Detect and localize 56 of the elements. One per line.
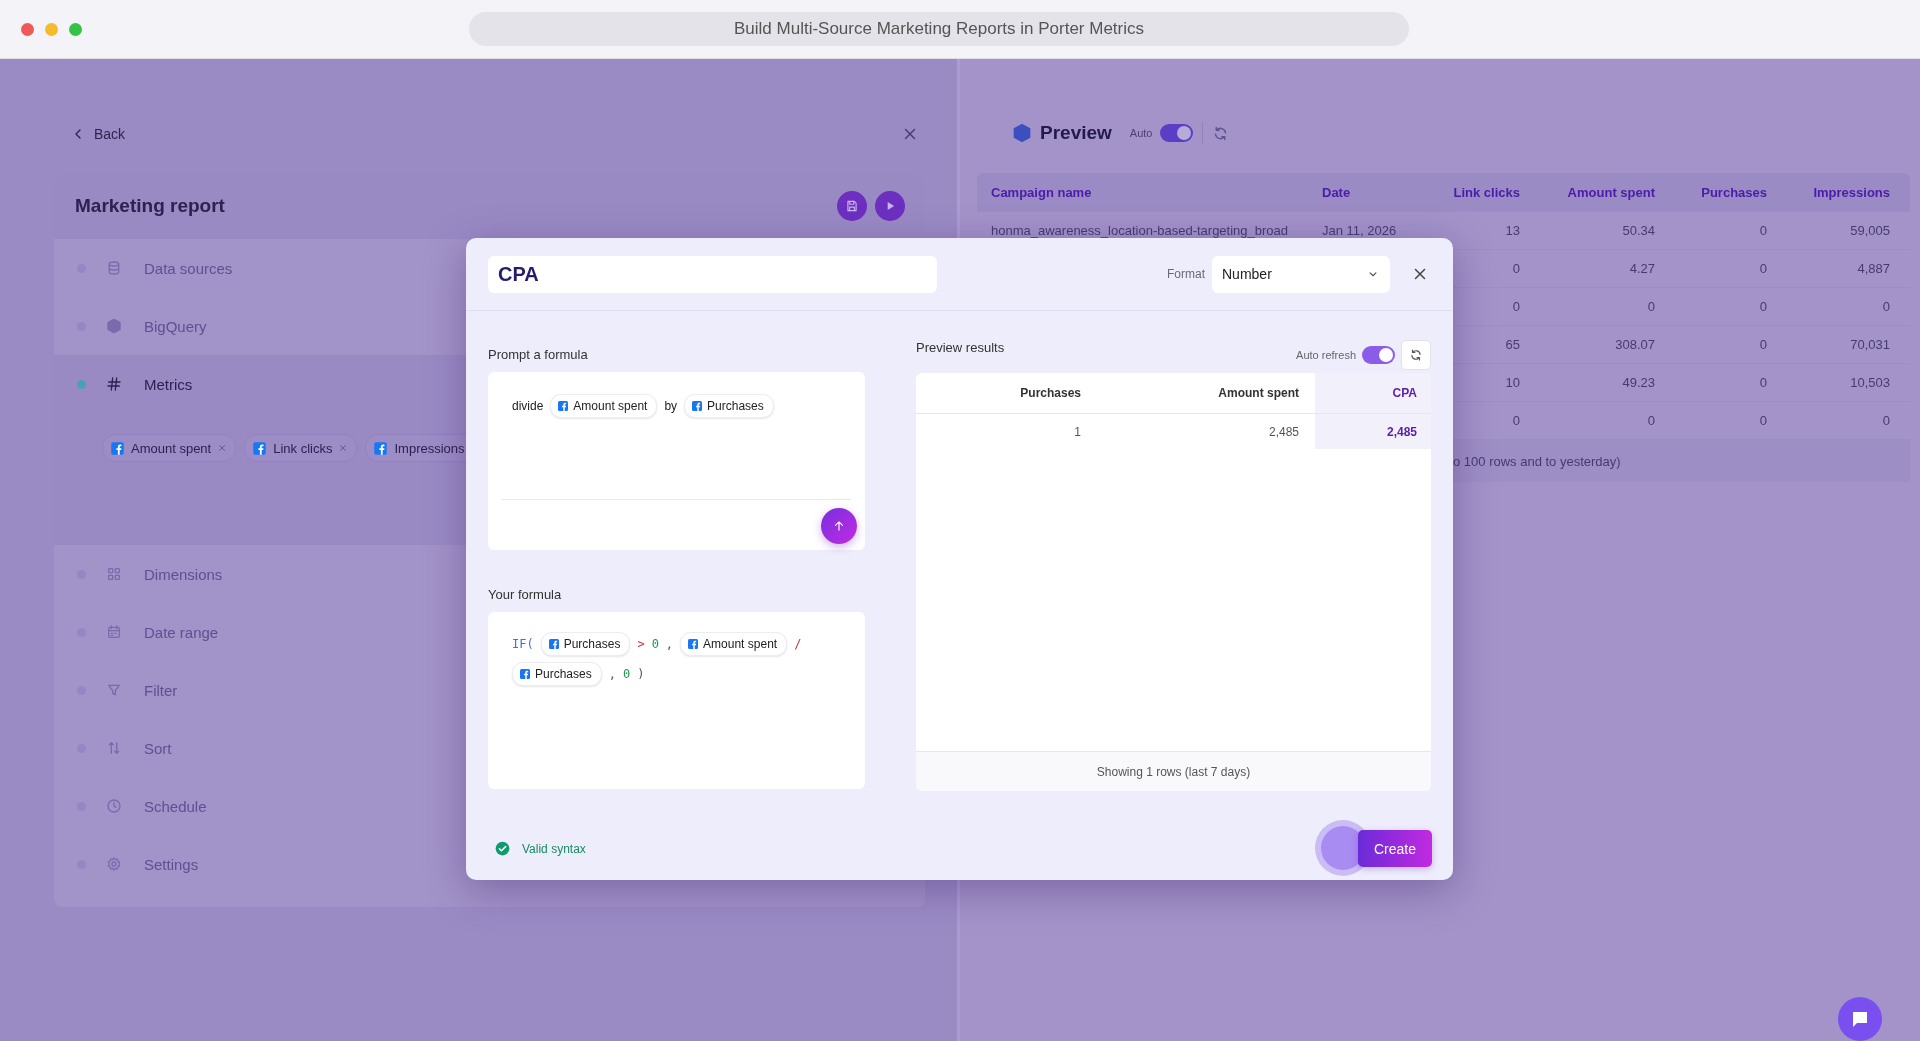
table-footnote: o 100 rows and to yesterday)	[1453, 453, 1621, 469]
table-cell-text: 0	[1758, 337, 1767, 352]
formula-token: >	[637, 637, 645, 651]
format-label: Format	[1167, 267, 1205, 281]
prompt-word: by	[664, 399, 678, 413]
metric-chip: Purchases	[512, 662, 602, 686]
table-cell-text: honma_awareness_location-based-targeting_broad	[991, 223, 1290, 238]
syntax-status: Valid syntax	[522, 841, 586, 856]
formula-token: IF(	[512, 637, 534, 651]
table-cell-text: 59,005	[1849, 223, 1890, 238]
table-cell-text: 0	[1758, 261, 1767, 276]
table-cell-text: Jan 11, 2026	[1322, 223, 1398, 238]
table-cell-text: 0	[1758, 375, 1767, 390]
table-cell-text: 10,503	[1849, 375, 1890, 390]
table-cell-text: 0	[1511, 299, 1520, 314]
metric-chip: Amount spent	[550, 394, 658, 418]
metric-chip: Purchases	[684, 394, 774, 418]
table-cell-text: 49.23	[1621, 375, 1655, 390]
formula-token: 0	[622, 667, 631, 681]
table-cell-text: 4,887	[1856, 261, 1890, 276]
table-cell-text: 1	[1073, 423, 1082, 441]
section-label: Your formula	[488, 587, 563, 602]
prompt-word: divide	[512, 399, 544, 413]
auto-refresh-label: Auto refresh	[1296, 349, 1356, 361]
auto-label: Auto	[1129, 127, 1153, 139]
table-cell-text: 2,485	[1267, 423, 1300, 441]
table-cell-text: 50.34	[1621, 223, 1655, 238]
section-label: Prompt a formula	[488, 347, 589, 362]
metric-chip: Purchases	[540, 632, 631, 656]
preview-title: Preview	[1040, 122, 1112, 144]
table-cell-text: 65	[1504, 337, 1520, 352]
table-cell-text: 0	[1646, 413, 1655, 428]
table-footer: Showing 1 rows (last 7 days)	[916, 751, 1431, 791]
section-label: Preview results	[916, 340, 1005, 355]
formula-token: 0	[651, 637, 659, 651]
formula-token: /	[794, 637, 802, 651]
table-cell-text: 0	[1758, 223, 1767, 238]
table-cell-text: 0	[1758, 299, 1767, 314]
table-cell-text: 13	[1504, 223, 1520, 238]
table-cell-text: 0	[1881, 413, 1890, 428]
table-cell-text: 0	[1646, 299, 1655, 314]
table-cell-text: 0	[1758, 413, 1767, 428]
formula-token: ,	[665, 637, 674, 651]
report-title: Marketing report	[75, 195, 225, 217]
table-cell-text: 70,031	[1849, 337, 1890, 352]
table-cell-text: 0	[1881, 299, 1890, 314]
table-cell-text: 10	[1504, 375, 1520, 390]
metric-chip: Amount spent	[680, 632, 788, 656]
table-cell-text: 4.27	[1628, 261, 1655, 276]
table-cell-text: 0	[1511, 261, 1520, 276]
table-cell-text: 308.07	[1614, 337, 1655, 352]
table-cell-text: 0	[1511, 413, 1520, 428]
table-cell: 2,485	[1315, 414, 1431, 449]
window-title: Build Multi-Source Marketing Reports in Porter Metrics	[734, 19, 1144, 39]
formula-token: )	[637, 667, 645, 681]
formula-token: ,	[608, 667, 616, 681]
